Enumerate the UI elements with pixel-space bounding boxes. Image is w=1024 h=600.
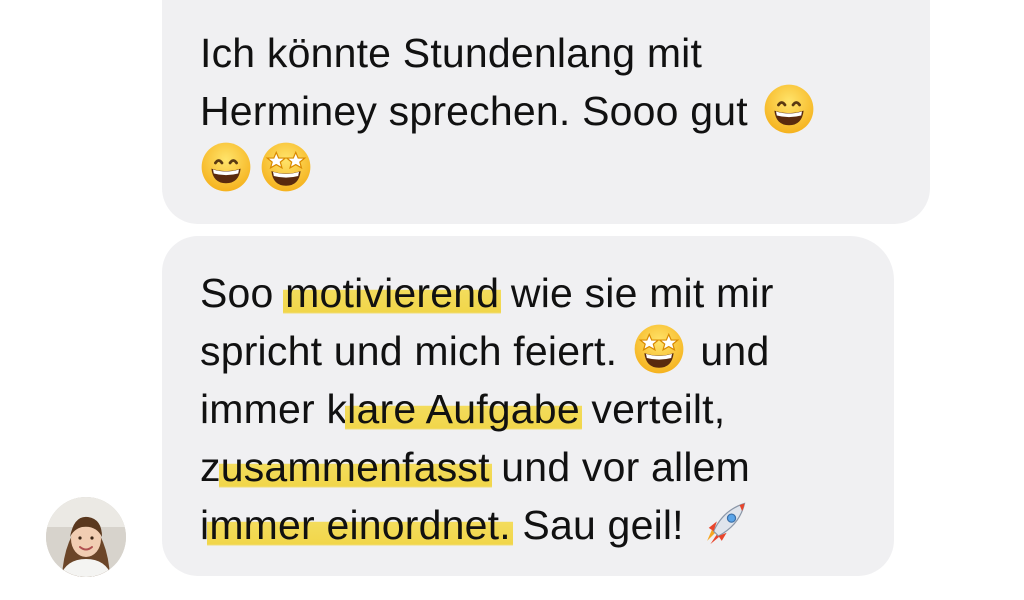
message-text: wie sie mit mir xyxy=(499,270,774,316)
grinning-face-emoji-icon xyxy=(200,141,252,193)
message-bubble[interactable]: Soo motivierend wie sie mit mir spricht … xyxy=(162,236,894,576)
highlighted-text: usammenfasst xyxy=(218,444,492,490)
star-struck-emoji-icon xyxy=(633,323,685,375)
message-line: Herminey sprechen. Sooo gut xyxy=(200,82,900,140)
message-line: Ich könnte Stundenlang mit xyxy=(200,24,900,82)
profile-photo-icon xyxy=(46,497,126,577)
message-text: Sau geil! xyxy=(510,502,696,548)
avatar[interactable] xyxy=(46,497,126,577)
message-line: spricht und mich feiert. und xyxy=(200,322,864,380)
highlighted-text: lare Aufgabe xyxy=(345,386,582,432)
message-text: Soo xyxy=(200,270,286,316)
rocket-emoji-icon xyxy=(699,497,751,549)
message-text: spricht und mich feiert. xyxy=(200,328,629,374)
message-bubble[interactable]: Ich könnte Stundenlang mit Herminey spre… xyxy=(162,0,930,224)
message-line: immer klare Aufgabe verteilt, xyxy=(200,380,864,438)
message-line: Soo motivierend wie sie mit mir xyxy=(200,264,864,322)
chat-view: Ich könnte Stundenlang mit Herminey spre… xyxy=(0,0,1024,600)
message-text: verteilt, xyxy=(579,386,726,432)
highlighted-text: motivierend xyxy=(283,270,502,316)
message-text: z xyxy=(200,444,221,490)
message-text: und xyxy=(688,328,770,374)
message-line xyxy=(200,140,900,198)
message-text: und vor allem xyxy=(489,444,751,490)
highlighted-text: mmer einordnet. xyxy=(207,502,513,548)
message-line: immer einordnet. Sau geil! xyxy=(200,496,864,554)
message-text: Herminey sprechen. Sooo gut xyxy=(200,88,760,134)
message-text: Ich könnte Stundenlang mit xyxy=(200,30,703,76)
star-struck-emoji-icon xyxy=(260,141,312,193)
message-text: immer k xyxy=(200,386,348,432)
message-line: zusammenfasst und vor allem xyxy=(200,438,864,496)
grinning-face-emoji-icon xyxy=(763,83,815,135)
